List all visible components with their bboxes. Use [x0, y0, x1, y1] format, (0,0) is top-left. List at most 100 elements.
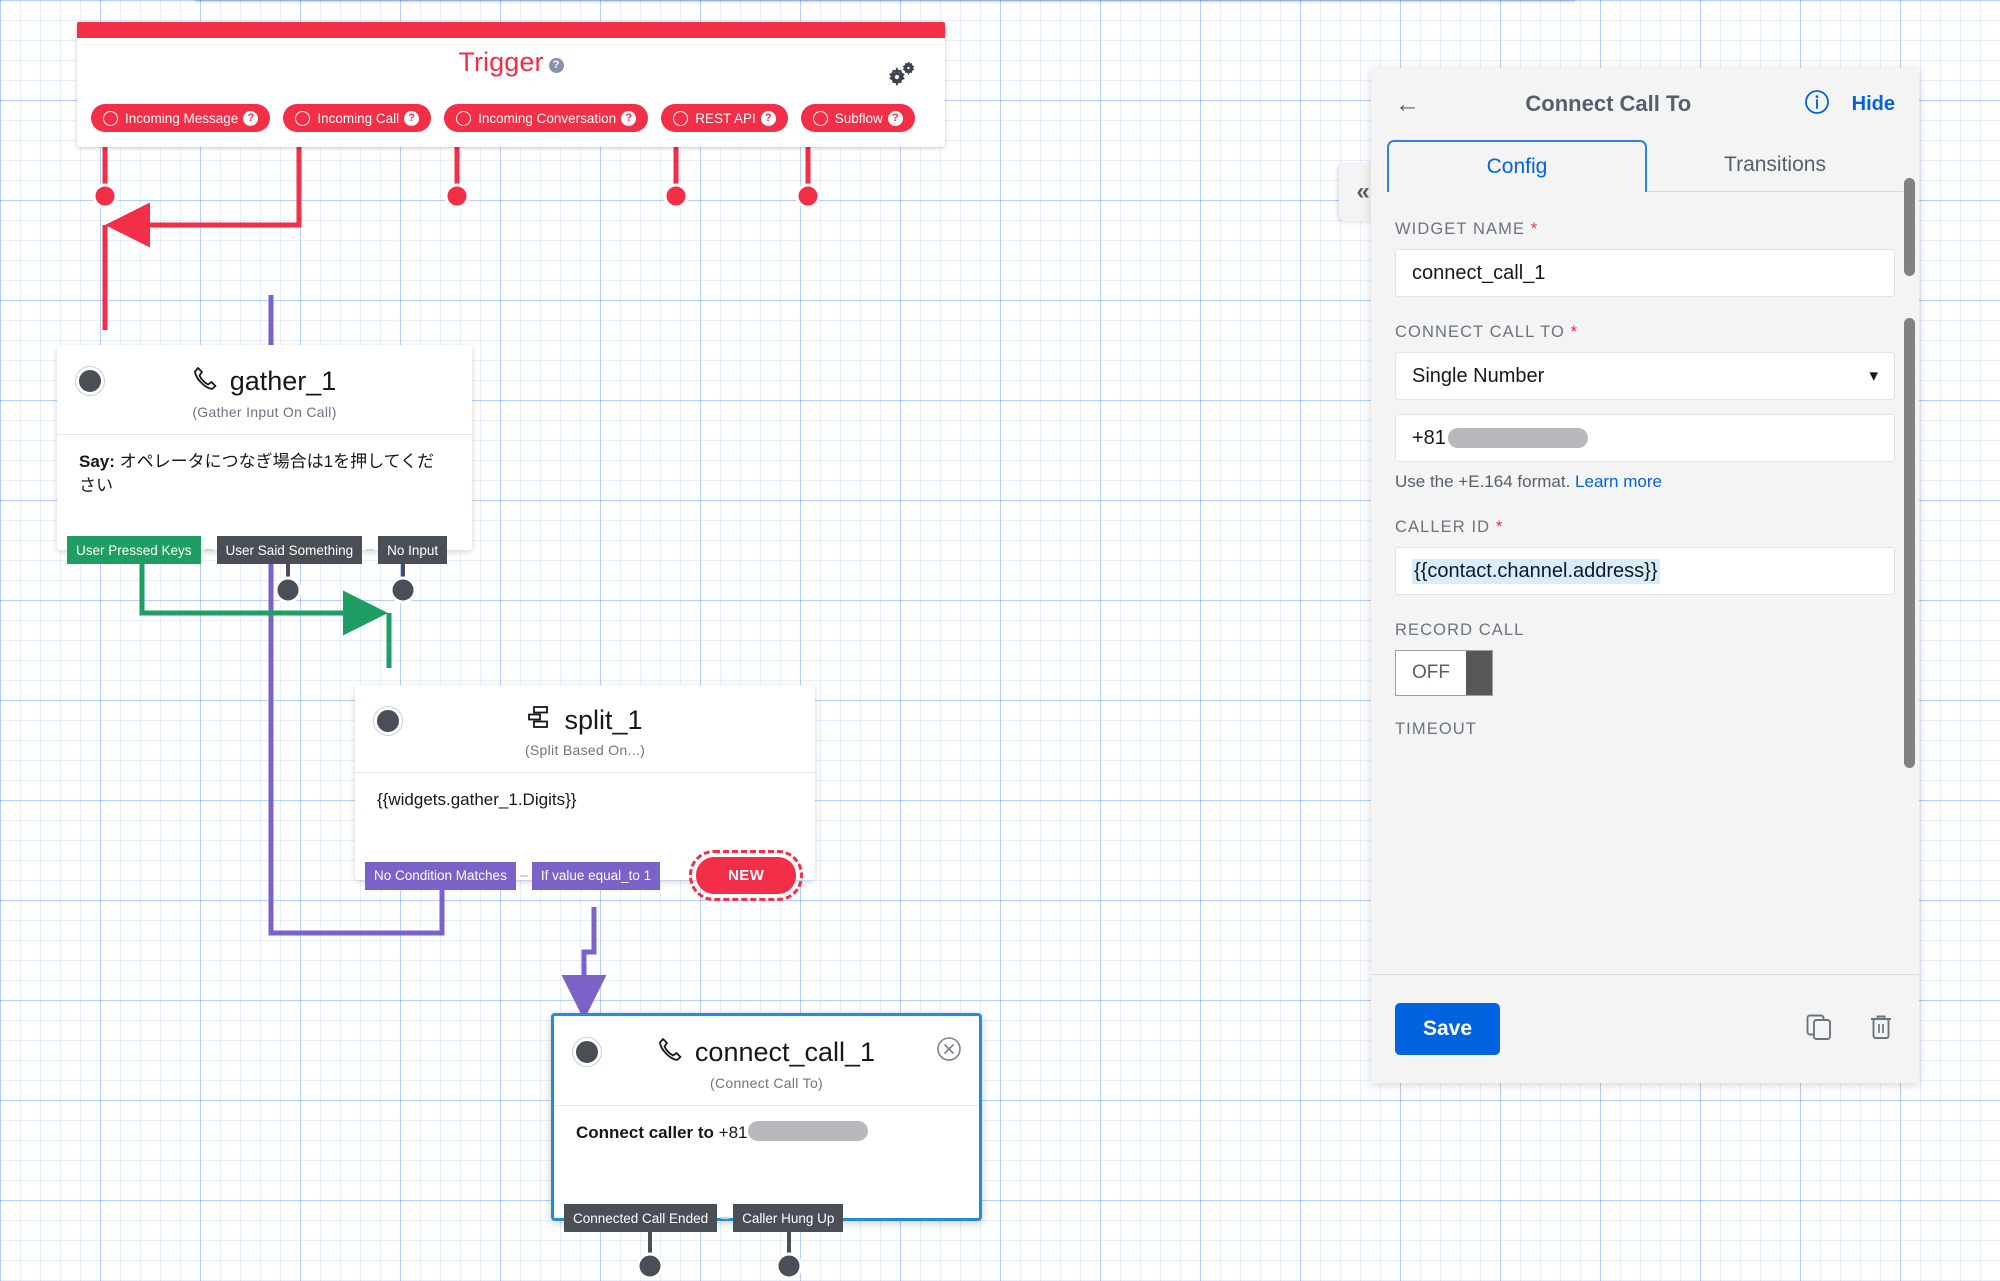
trigger-pill-label: Incoming Call — [317, 110, 400, 126]
phone-number-help: Use the +E.164 format. Learn more — [1395, 472, 1895, 492]
caller-id-input[interactable]: {{contact.channel.address}} — [1395, 547, 1895, 595]
record-call-state: OFF — [1412, 662, 1450, 683]
widget-connect-call-1[interactable]: connect_call_1 (Connect Call To) Connect… — [551, 1013, 982, 1232]
widget-title: connect_call_1 — [554, 1016, 979, 1069]
widget-output-tags: No Condition Matches If value equal_to 1… — [365, 850, 804, 901]
top-shadow — [195, 0, 1575, 4]
phone-number-input[interactable]: +81 — [1395, 414, 1895, 462]
split-expression: {{widgets.gather_1.Digits}} — [377, 790, 577, 809]
copy-icon[interactable] — [1805, 1013, 1833, 1046]
question-mark-icon[interactable]: ? — [760, 110, 776, 126]
question-mark-icon[interactable]: ? — [548, 58, 564, 73]
circle-outline-icon — [295, 110, 311, 126]
widget-name-text: split_1 — [564, 705, 643, 735]
trigger-top-bar — [77, 22, 945, 38]
redacted-number-block — [1447, 428, 1588, 448]
panel-tabs: Config Transitions — [1371, 140, 1919, 192]
say-label: Say: — [79, 452, 115, 471]
tag-caller-hung-up[interactable]: Caller Hung Up — [733, 1204, 844, 1232]
widget-name-input[interactable]: connect_call_1 — [1395, 249, 1895, 297]
trigger-pill-incoming-conversation[interactable]: Incoming Conversation ? — [444, 104, 649, 132]
phone-handset-icon — [658, 1036, 684, 1069]
question-mark-icon[interactable]: ? — [404, 110, 420, 126]
help-text: Use the +E.164 format. — [1395, 472, 1571, 491]
widget-gather-1[interactable]: gather_1 (Gather Input On Call) Say: オペレ… — [57, 345, 472, 564]
question-mark-icon[interactable]: ? — [243, 110, 259, 126]
widget-type-label: (Connect Call To) — [710, 1075, 823, 1091]
required-asterisk: * — [1570, 323, 1579, 341]
trigger-pill-incoming-call[interactable]: Incoming Call ? — [283, 104, 432, 132]
panel-scrollbar-inner[interactable] — [1904, 318, 1915, 768]
widget-input-anchor[interactable] — [374, 707, 402, 735]
info-circle-icon[interactable] — [1804, 89, 1830, 120]
say-text: オペレータにつなぎ場合は1を押してください — [79, 452, 435, 496]
tag-if-value-equal-to-1[interactable]: If value equal_to 1 — [531, 861, 661, 890]
tag-separator — [366, 549, 375, 551]
tag-user-pressed-keys[interactable]: User Pressed Keys — [67, 536, 201, 564]
widget-split-1[interactable]: split_1 (Split Based On...) {{widgets.ga… — [355, 685, 815, 901]
tab-transitions[interactable]: Transitions — [1647, 140, 1903, 192]
trigger-pill-label: REST API — [695, 110, 756, 126]
chevron-down-icon: ▾ — [1869, 366, 1878, 385]
caller-id-value: {{contact.channel.address}} — [1412, 558, 1660, 584]
widget-name-text: gather_1 — [229, 366, 337, 396]
phone-handset-icon — [193, 365, 219, 398]
widget-name-value: connect_call_1 — [1412, 261, 1546, 284]
gears-icon[interactable] — [888, 60, 915, 91]
trash-icon[interactable] — [1867, 1013, 1895, 1046]
tab-config[interactable]: Config — [1387, 140, 1647, 192]
phone-number-value: +81 — [1412, 426, 1446, 449]
trigger-pill-incoming-message[interactable]: Incoming Message ? — [91, 104, 271, 132]
widget-type-label: (Split Based On...) — [524, 742, 646, 758]
toggle-knob — [1466, 651, 1492, 695]
tag-no-condition-matches[interactable]: No Condition Matches — [365, 861, 516, 890]
tag-user-said-something[interactable]: User Said Something — [216, 536, 363, 564]
circle-outline-icon — [456, 110, 472, 126]
widget-inspector-panel: ← Connect Call To Hide Config Transition… — [1371, 68, 1919, 1083]
circle-outline-icon — [673, 110, 689, 126]
record-call-toggle[interactable]: OFF — [1395, 650, 1493, 696]
label-text: WIDGET NAME — [1395, 220, 1526, 238]
widget-input-anchor[interactable] — [76, 367, 104, 395]
timeout-label: TIMEOUT — [1395, 720, 1477, 738]
panel-header: ← Connect Call To Hide — [1371, 68, 1919, 140]
trigger-pill-rest-api[interactable]: REST API ? — [661, 104, 788, 132]
caller-id-label: CALLER ID * — [1395, 518, 1895, 537]
connect-call-to-select[interactable]: Single Number ▾ — [1395, 352, 1895, 400]
trigger-pill-row: Incoming Message ? Incoming Call ? Incom… — [91, 104, 915, 132]
widget-output-tags: Connected Call Ended Caller Hung Up — [564, 1204, 844, 1232]
trigger-title-text: Trigger — [458, 47, 544, 77]
save-button[interactable]: Save — [1395, 1003, 1501, 1055]
trigger-pill-label: Incoming Conversation — [478, 110, 617, 126]
panel-form[interactable]: WIDGET NAME * connect_call_1 CONNECT CAL… — [1371, 192, 1919, 974]
connect-caller-number: +81 — [718, 1123, 748, 1142]
circle-outline-icon — [812, 110, 828, 126]
widget-body: Connect caller to +81 — [554, 1106, 979, 1145]
widget-output-tags: User Pressed Keys User Said Something No… — [67, 536, 448, 564]
widget-body: Say: オペレータにつなぎ場合は1を押してください — [57, 435, 472, 498]
trigger-title: Trigger? — [77, 47, 945, 78]
trigger-pill-label: Incoming Message — [125, 110, 239, 126]
panel-scrollbar-outer[interactable] — [1904, 178, 1915, 276]
connect-call-to-label: CONNECT CALL TO * — [1395, 323, 1895, 342]
panel-title: Connect Call To — [1525, 91, 1692, 116]
learn-more-link[interactable]: Learn more — [1575, 472, 1662, 491]
tag-no-input[interactable]: No Input — [378, 536, 448, 564]
tag-connected-call-ended[interactable]: Connected Call Ended — [564, 1204, 718, 1232]
label-text: CONNECT CALL TO — [1395, 323, 1565, 341]
trigger-pill-subflow[interactable]: Subflow ? — [800, 104, 915, 132]
trigger-widget[interactable]: Trigger? Incoming Message ? Incoming Cal… — [77, 22, 945, 147]
hide-button[interactable]: Hide — [1852, 93, 1895, 116]
connect-caller-label: Connect caller to — [576, 1123, 714, 1142]
tag-separator — [519, 874, 528, 877]
widget-input-anchor[interactable] — [573, 1038, 601, 1066]
label-text: CALLER ID — [1395, 518, 1491, 536]
tag-separator — [204, 549, 213, 551]
panel-footer-icons — [1805, 1013, 1895, 1046]
new-transition-button[interactable]: NEW — [689, 850, 804, 901]
required-asterisk: * — [1495, 518, 1504, 536]
close-circle-icon[interactable] — [936, 1036, 962, 1062]
record-call-label: RECORD CALL — [1395, 621, 1525, 639]
question-mark-icon[interactable]: ? — [887, 110, 903, 126]
question-mark-icon[interactable]: ? — [621, 110, 637, 126]
